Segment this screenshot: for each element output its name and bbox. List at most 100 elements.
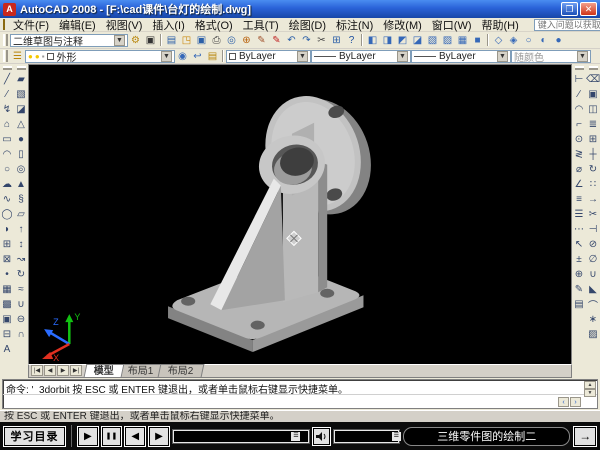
center-mark-tool[interactable]: ⊕ bbox=[573, 267, 586, 282]
wedge-tool[interactable]: ◪ bbox=[15, 102, 28, 117]
plot-preview-button[interactable]: ◎ bbox=[224, 33, 239, 47]
intersect-tool[interactable]: ∩ bbox=[15, 327, 28, 342]
lineweight-dropdown[interactable]: ByLayer ▼ bbox=[411, 50, 511, 63]
ellipse-tool[interactable]: ◯ bbox=[1, 207, 14, 222]
helix-tool[interactable]: § bbox=[15, 192, 28, 207]
diameter-dimension-tool[interactable]: ⌀ bbox=[573, 162, 586, 177]
subtract-tool[interactable]: ⊖ bbox=[15, 312, 28, 327]
view-right-button[interactable]: ◪ bbox=[410, 33, 425, 47]
scroll-left-button[interactable]: ‹ bbox=[558, 397, 569, 407]
plot-button[interactable]: ⎙ bbox=[209, 33, 224, 47]
circle-tool[interactable]: ○ bbox=[1, 162, 14, 177]
sphere-tool[interactable]: ● bbox=[15, 132, 28, 147]
visual-realistic-button[interactable]: ◐ bbox=[536, 33, 551, 47]
ordinate-dimension-tool[interactable]: ⌐ bbox=[573, 117, 586, 132]
revolve-tool[interactable]: ↻ bbox=[15, 267, 28, 282]
chevron-down-icon[interactable]: ▼ bbox=[397, 51, 408, 62]
menu-window[interactable]: 窗口(W) bbox=[427, 17, 477, 33]
forward-arrow-button[interactable]: → bbox=[574, 427, 596, 446]
toolbar-grip[interactable] bbox=[3, 34, 8, 47]
view-front-button[interactable]: ▧ bbox=[425, 33, 440, 47]
scale-tool[interactable]: ∷ bbox=[587, 177, 600, 192]
markup-button[interactable]: ✎ bbox=[269, 33, 284, 47]
fillet-tool[interactable]: ⌒ bbox=[587, 297, 600, 312]
linear-dimension-tool[interactable]: ⊢ bbox=[573, 72, 586, 87]
make-object-layer-current-button[interactable]: ◉ bbox=[175, 49, 190, 63]
line-tool[interactable]: ╱ bbox=[1, 72, 14, 87]
tab-model[interactable]: 模型 bbox=[84, 364, 125, 377]
tab-nav-prev-button[interactable]: ◀ bbox=[44, 365, 56, 376]
arc-length-dimension-tool[interactable]: ◠ bbox=[573, 102, 586, 117]
mirror-tool[interactable]: ◫ bbox=[587, 102, 600, 117]
close-button[interactable]: ✕ bbox=[580, 2, 597, 16]
menu-dimension[interactable]: 标注(N) bbox=[331, 17, 378, 33]
angular-dimension-tool[interactable]: ∠ bbox=[573, 177, 586, 192]
tab-nav-last-button[interactable]: ▶| bbox=[70, 365, 82, 376]
presspull-tool[interactable]: ↕ bbox=[15, 237, 28, 252]
arc-tool[interactable]: ◠ bbox=[1, 147, 14, 162]
chamfer-tool[interactable]: ◣ bbox=[587, 282, 600, 297]
help-search-input[interactable] bbox=[534, 19, 600, 31]
stretch-tool[interactable]: → bbox=[587, 192, 600, 207]
edit-hatch-tool[interactable]: ▨ bbox=[587, 327, 600, 342]
menu-edit[interactable]: 编辑(E) bbox=[54, 17, 101, 33]
gradient-tool[interactable]: ▩ bbox=[1, 297, 14, 312]
box-tool[interactable]: ▧ bbox=[15, 87, 28, 102]
dimension-style-tool[interactable]: ▤ bbox=[573, 297, 586, 312]
toolbar-grip[interactable] bbox=[3, 50, 8, 61]
copy-button[interactable]: ⊞ bbox=[329, 33, 344, 47]
play-button[interactable]: ▶ bbox=[78, 427, 98, 446]
layer-properties-button[interactable]: ☰ bbox=[10, 49, 25, 63]
offset-tool[interactable]: ≣ bbox=[587, 117, 600, 132]
extend-tool[interactable]: ⊣ bbox=[587, 222, 600, 237]
spline-tool[interactable]: ∿ bbox=[1, 192, 14, 207]
toolbar-grip[interactable] bbox=[3, 66, 12, 70]
next-button[interactable]: ▶ bbox=[149, 427, 169, 446]
menu-draw[interactable]: 绘图(D) bbox=[284, 17, 331, 33]
previous-button[interactable]: ◀ bbox=[125, 427, 145, 446]
quick-leader-tool[interactable]: ↖ bbox=[573, 237, 586, 252]
quick-dimension-tool[interactable]: ≡ bbox=[573, 192, 586, 207]
volume-handle[interactable]: ☰ bbox=[392, 432, 401, 441]
drawing-canvas[interactable]: Y Z X bbox=[28, 64, 572, 364]
layer-states-button[interactable]: ▤ bbox=[205, 49, 220, 63]
torus-tool[interactable]: ◎ bbox=[15, 162, 28, 177]
continue-dimension-tool[interactable]: ⋯ bbox=[573, 222, 586, 237]
rectangle-tool[interactable]: ▭ bbox=[1, 132, 14, 147]
layer-dropdown[interactable]: ● ● ▪ 外形 ▼ bbox=[25, 50, 175, 63]
copy-tool[interactable]: ▣ bbox=[587, 87, 600, 102]
pause-button[interactable]: ❚❚ bbox=[102, 427, 122, 446]
command-input[interactable] bbox=[3, 394, 597, 407]
chevron-down-icon[interactable]: ▼ bbox=[161, 51, 172, 62]
clean-screen-button[interactable]: ▣ bbox=[143, 33, 158, 47]
array-tool[interactable]: ⊞ bbox=[587, 132, 600, 147]
toolbar-grip[interactable] bbox=[17, 66, 26, 70]
chevron-down-icon[interactable]: ▼ bbox=[297, 51, 308, 62]
jogged-dimension-tool[interactable]: ≷ bbox=[573, 147, 586, 162]
pencil-button[interactable]: ✎ bbox=[254, 33, 269, 47]
make-block-tool[interactable]: ⊠ bbox=[1, 252, 14, 267]
open-button[interactable]: ◳ bbox=[179, 33, 194, 47]
break-tool[interactable]: ∅ bbox=[587, 252, 600, 267]
workspace-settings-button[interactable]: ⚙ bbox=[128, 33, 143, 47]
plot-style-dropdown[interactable]: 随颜色 ▼ bbox=[511, 50, 591, 63]
undo-button[interactable]: ↶ bbox=[284, 33, 299, 47]
view-se-isometric-button[interactable]: ■ bbox=[470, 33, 485, 47]
trim-tool[interactable]: ✂ bbox=[587, 207, 600, 222]
join-tool[interactable]: ∪ bbox=[587, 267, 600, 282]
view-sw-isometric-button[interactable]: ▦ bbox=[455, 33, 470, 47]
revision-cloud-tool[interactable]: ☁ bbox=[1, 177, 14, 192]
view-back-button[interactable]: ▨ bbox=[440, 33, 455, 47]
polysolid-tool[interactable]: ▰ bbox=[15, 72, 28, 87]
plane-surface-tool[interactable]: ▱ bbox=[15, 207, 28, 222]
rotate-tool[interactable]: ↻ bbox=[587, 162, 600, 177]
progress-handle[interactable]: ☰ bbox=[291, 432, 300, 441]
baseline-dimension-tool[interactable]: ☰ bbox=[573, 207, 586, 222]
polyline-tool[interactable]: ↯ bbox=[1, 102, 14, 117]
speaker-button[interactable] bbox=[313, 428, 331, 445]
chevron-down-icon[interactable]: ▼ bbox=[497, 51, 508, 62]
loft-tool[interactable]: ≈ bbox=[15, 282, 28, 297]
region-tool[interactable]: ▣ bbox=[1, 312, 14, 327]
color-dropdown[interactable]: ByLayer ▼ bbox=[226, 50, 311, 63]
radius-dimension-tool[interactable]: ⊙ bbox=[573, 132, 586, 147]
